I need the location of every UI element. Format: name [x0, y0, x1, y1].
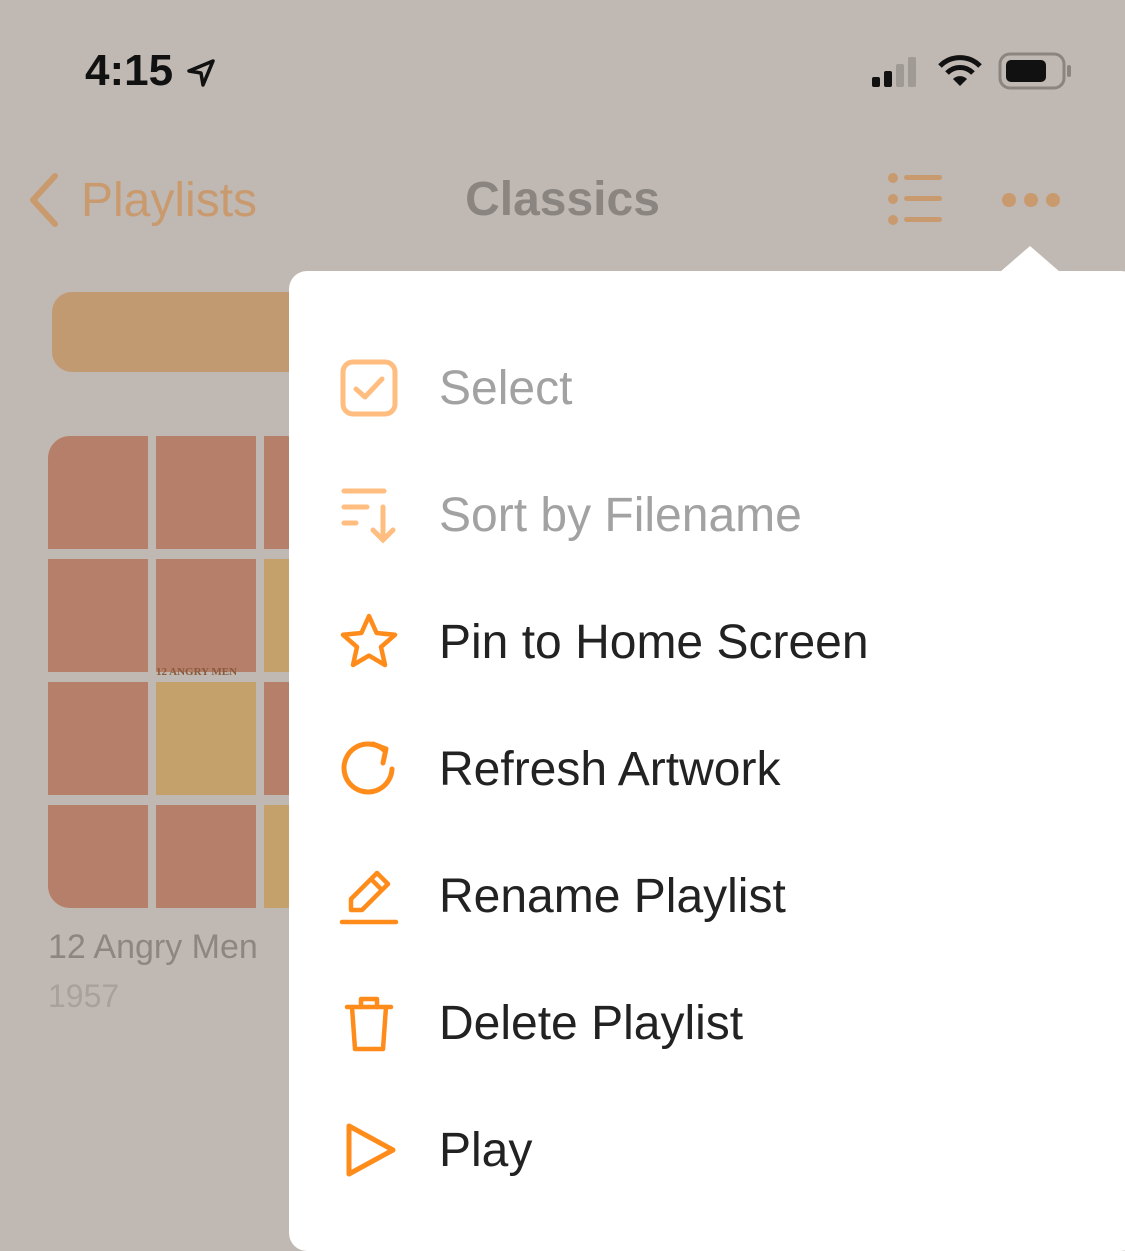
sort-icon [339, 485, 399, 545]
refresh-icon [339, 739, 399, 799]
menu-item-play[interactable]: Play [339, 1110, 532, 1190]
wifi-icon [938, 55, 982, 86]
battery-icon [998, 52, 1071, 90]
menu-item-delete[interactable]: Delete Playlist [339, 983, 743, 1063]
menu-item-refresh[interactable]: Refresh Artwork [339, 729, 780, 809]
more-icon[interactable] [1000, 190, 1064, 210]
location-arrow-icon [187, 59, 216, 88]
checkbox-icon [339, 358, 399, 418]
star-icon [339, 612, 399, 672]
menu-item-sort[interactable]: Sort by Filename [339, 475, 802, 555]
play-icon [339, 1120, 399, 1180]
menu-item-rename[interactable]: Rename Playlist [339, 856, 786, 936]
trash-icon [339, 993, 399, 1053]
page-title: Classics [465, 173, 660, 226]
album-year: 1957 [48, 978, 120, 1014]
signal-icon [872, 57, 916, 87]
status-time: 4:15 [85, 46, 217, 96]
menu-arrow [1000, 246, 1060, 272]
menu-item-select[interactable]: Select [339, 348, 572, 428]
album-title[interactable]: 12 Angry Men [48, 928, 258, 967]
pencil-icon [339, 866, 399, 926]
menu-item-pin[interactable]: Pin to Home Screen [339, 602, 869, 682]
context-menu: Select Sort by Filename Pin to Home Scre… [289, 271, 1125, 1251]
list-view-icon[interactable] [886, 172, 942, 226]
poster-text: 12 ANGRY MEN [156, 666, 238, 678]
